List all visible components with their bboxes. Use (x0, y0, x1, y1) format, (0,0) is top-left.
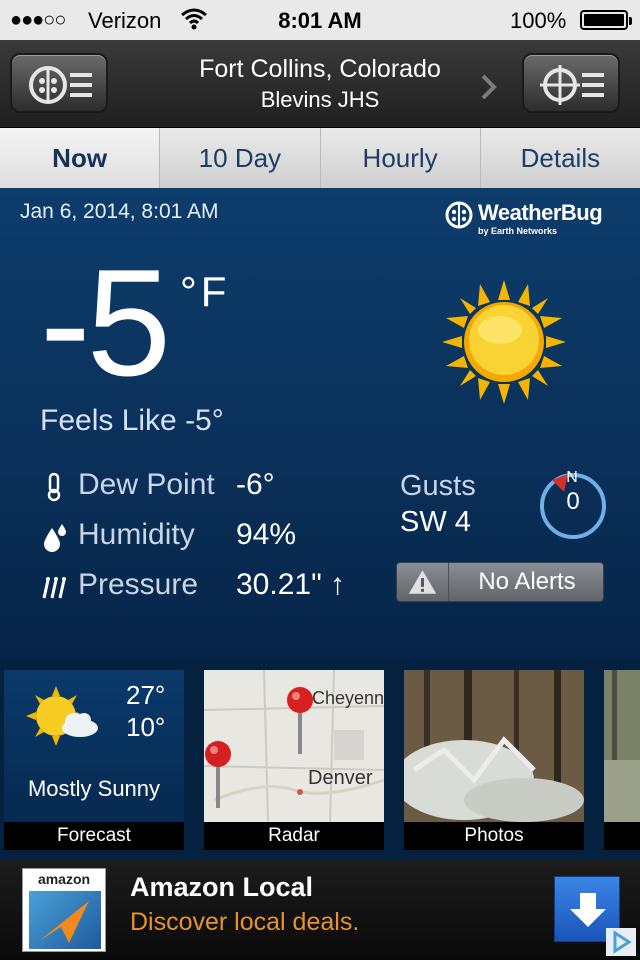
forecast-high: 27° (126, 680, 166, 710)
amazon-local-logo: amazon (22, 868, 106, 952)
radar-city-cheyenne: Cheyenn (312, 688, 384, 708)
feels-like: Feels Like -5° (40, 404, 224, 437)
pressure-icon (42, 577, 66, 599)
radar-caption: Radar (204, 822, 384, 850)
locations-menu-button[interactable] (522, 53, 620, 113)
crosshair-list-icon (540, 65, 604, 105)
current-conditions-panel: Jan 6, 2014, 8:01 AM WeatherBug by Earth… (0, 188, 640, 660)
sunny-icon (442, 280, 566, 404)
thermometer-icon (47, 472, 61, 502)
radar-city-denver: Denver (308, 767, 373, 789)
dew-point-value: -6° (236, 468, 275, 501)
mostly-sunny-icon (26, 686, 98, 746)
tab-10-day[interactable]: 10 Day (160, 128, 321, 188)
amazon-logo-word: amazon (37, 871, 91, 887)
forecast-condition: Mostly Sunny (27, 776, 161, 801)
weatherbug-logo-icon (445, 201, 473, 229)
warning-icon (408, 563, 449, 601)
current-temperature: -5 (40, 238, 171, 408)
alerts-button[interactable]: No Alerts (396, 562, 604, 602)
pressure-value: 30.21" ↑ (236, 568, 346, 601)
forecast-tile[interactable]: 27° 10° Mostly Sunny Forecast (4, 670, 184, 850)
partial-tile-image (604, 670, 640, 822)
partial-tile-caption (604, 822, 640, 850)
pressure-label: Pressure (78, 568, 199, 601)
location-name[interactable]: Fort Collins, Colorado (150, 54, 490, 84)
weatherbug-menu-icon (29, 66, 92, 104)
battery-percent: 100% (510, 8, 567, 33)
amazon-arrow-icon (29, 891, 101, 949)
humidity-value: 94% (236, 518, 297, 551)
wind-speed-value: 0 (566, 488, 580, 515)
adchoices-icon[interactable] (606, 928, 636, 956)
feature-tiles: 27° 10° Mostly Sunny Forecast Cheyenn De… (0, 660, 640, 860)
gusts-label: Gusts (400, 470, 476, 502)
location-header: Fort Collins, Colorado Blevins JHS (0, 40, 640, 128)
wind-direction-label: N (566, 469, 578, 486)
forecast-low: 10° (126, 712, 166, 742)
ad-subtitle: Discover local deals. (130, 908, 360, 936)
brand-name: WeatherBug (478, 200, 603, 225)
droplet-icon (44, 524, 66, 552)
photos-tile[interactable]: Photos (404, 670, 584, 850)
dew-point-label: Dew Point (78, 468, 215, 501)
battery-icon (580, 10, 632, 30)
radar-tile[interactable]: Cheyenn Denver Radar (204, 670, 384, 850)
chevron-right-icon[interactable] (478, 72, 500, 102)
photos-caption: Photos (404, 822, 584, 850)
station-name[interactable]: Blevins JHS (150, 86, 490, 114)
observation-datetime: Jan 6, 2014, 8:01 AM (20, 200, 219, 223)
brand-subtitle: by Earth Networks (478, 226, 558, 236)
weatherbug-logo: WeatherBug by Earth Networks (444, 198, 603, 242)
temperature-unit[interactable]: °F (180, 268, 230, 316)
alerts-label: No Alerts (478, 568, 576, 595)
tab-hourly[interactable]: Hourly (320, 128, 481, 188)
radar-map-image: Cheyenn Denver (204, 670, 384, 822)
ad-banner[interactable]: amazon Amazon Local Discover local deals… (0, 860, 640, 960)
humidity-label: Humidity (78, 518, 195, 551)
tab-now[interactable]: Now (0, 128, 161, 188)
snowy-forest-photo (404, 670, 584, 822)
tab-details[interactable]: Details (480, 128, 640, 188)
ad-title: Amazon Local (130, 872, 314, 902)
menu-button[interactable] (10, 53, 108, 113)
forecast-caption: Forecast (4, 822, 184, 850)
gusts-value: SW 4 (400, 506, 471, 538)
next-tile-partial[interactable] (604, 670, 640, 850)
status-bar: ●●●○○ Verizon 8:01 AM 100% (0, 0, 640, 40)
tab-bar: Now 10 Day Hourly Details (0, 128, 640, 188)
